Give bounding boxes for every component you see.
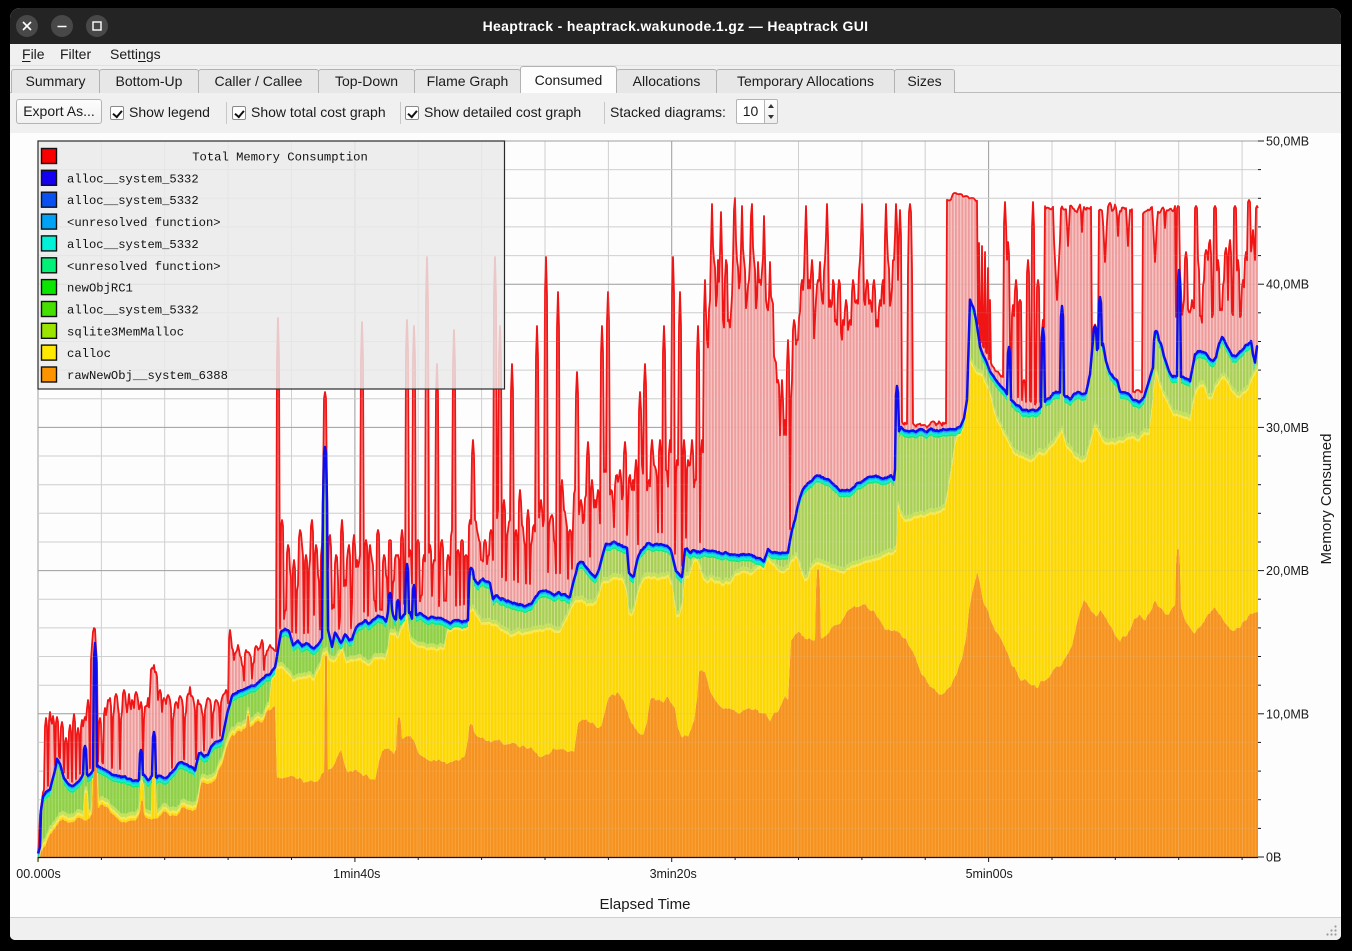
svg-text:<unresolved function>: <unresolved function> [67,216,221,230]
svg-text:alloc__system_5332: alloc__system_5332 [67,238,199,252]
svg-text:20,0MB: 20,0MB [1266,564,1309,578]
svg-text:5min00s: 5min00s [966,867,1013,881]
svg-text:Total Memory Consumption: Total Memory Consumption [192,151,368,165]
svg-text:alloc__system_5332: alloc__system_5332 [67,194,199,208]
svg-text:calloc: calloc [67,347,111,361]
svg-text:newObjRC1: newObjRC1 [67,282,133,296]
svg-text:10,0MB: 10,0MB [1266,707,1309,721]
svg-text:Elapsed Time: Elapsed Time [600,896,691,913]
svg-text:sqlite3MemMalloc: sqlite3MemMalloc [67,325,184,339]
svg-text:alloc__system_5332: alloc__system_5332 [67,304,199,318]
svg-text:3min20s: 3min20s [650,867,697,881]
svg-text:alloc__system_5332: alloc__system_5332 [67,172,199,186]
svg-text:40,0MB: 40,0MB [1266,278,1309,292]
svg-text:50,0MB: 50,0MB [1266,135,1309,149]
svg-text:00.000s: 00.000s [16,867,60,881]
svg-text:0B: 0B [1266,851,1281,865]
svg-text:30,0MB: 30,0MB [1266,421,1309,435]
svg-text:1min40s: 1min40s [333,867,380,881]
svg-text:rawNewObj__system_6388: rawNewObj__system_6388 [67,369,228,383]
svg-text:<unresolved function>: <unresolved function> [67,260,221,274]
svg-text:Memory Consumed: Memory Consumed [1318,434,1335,565]
